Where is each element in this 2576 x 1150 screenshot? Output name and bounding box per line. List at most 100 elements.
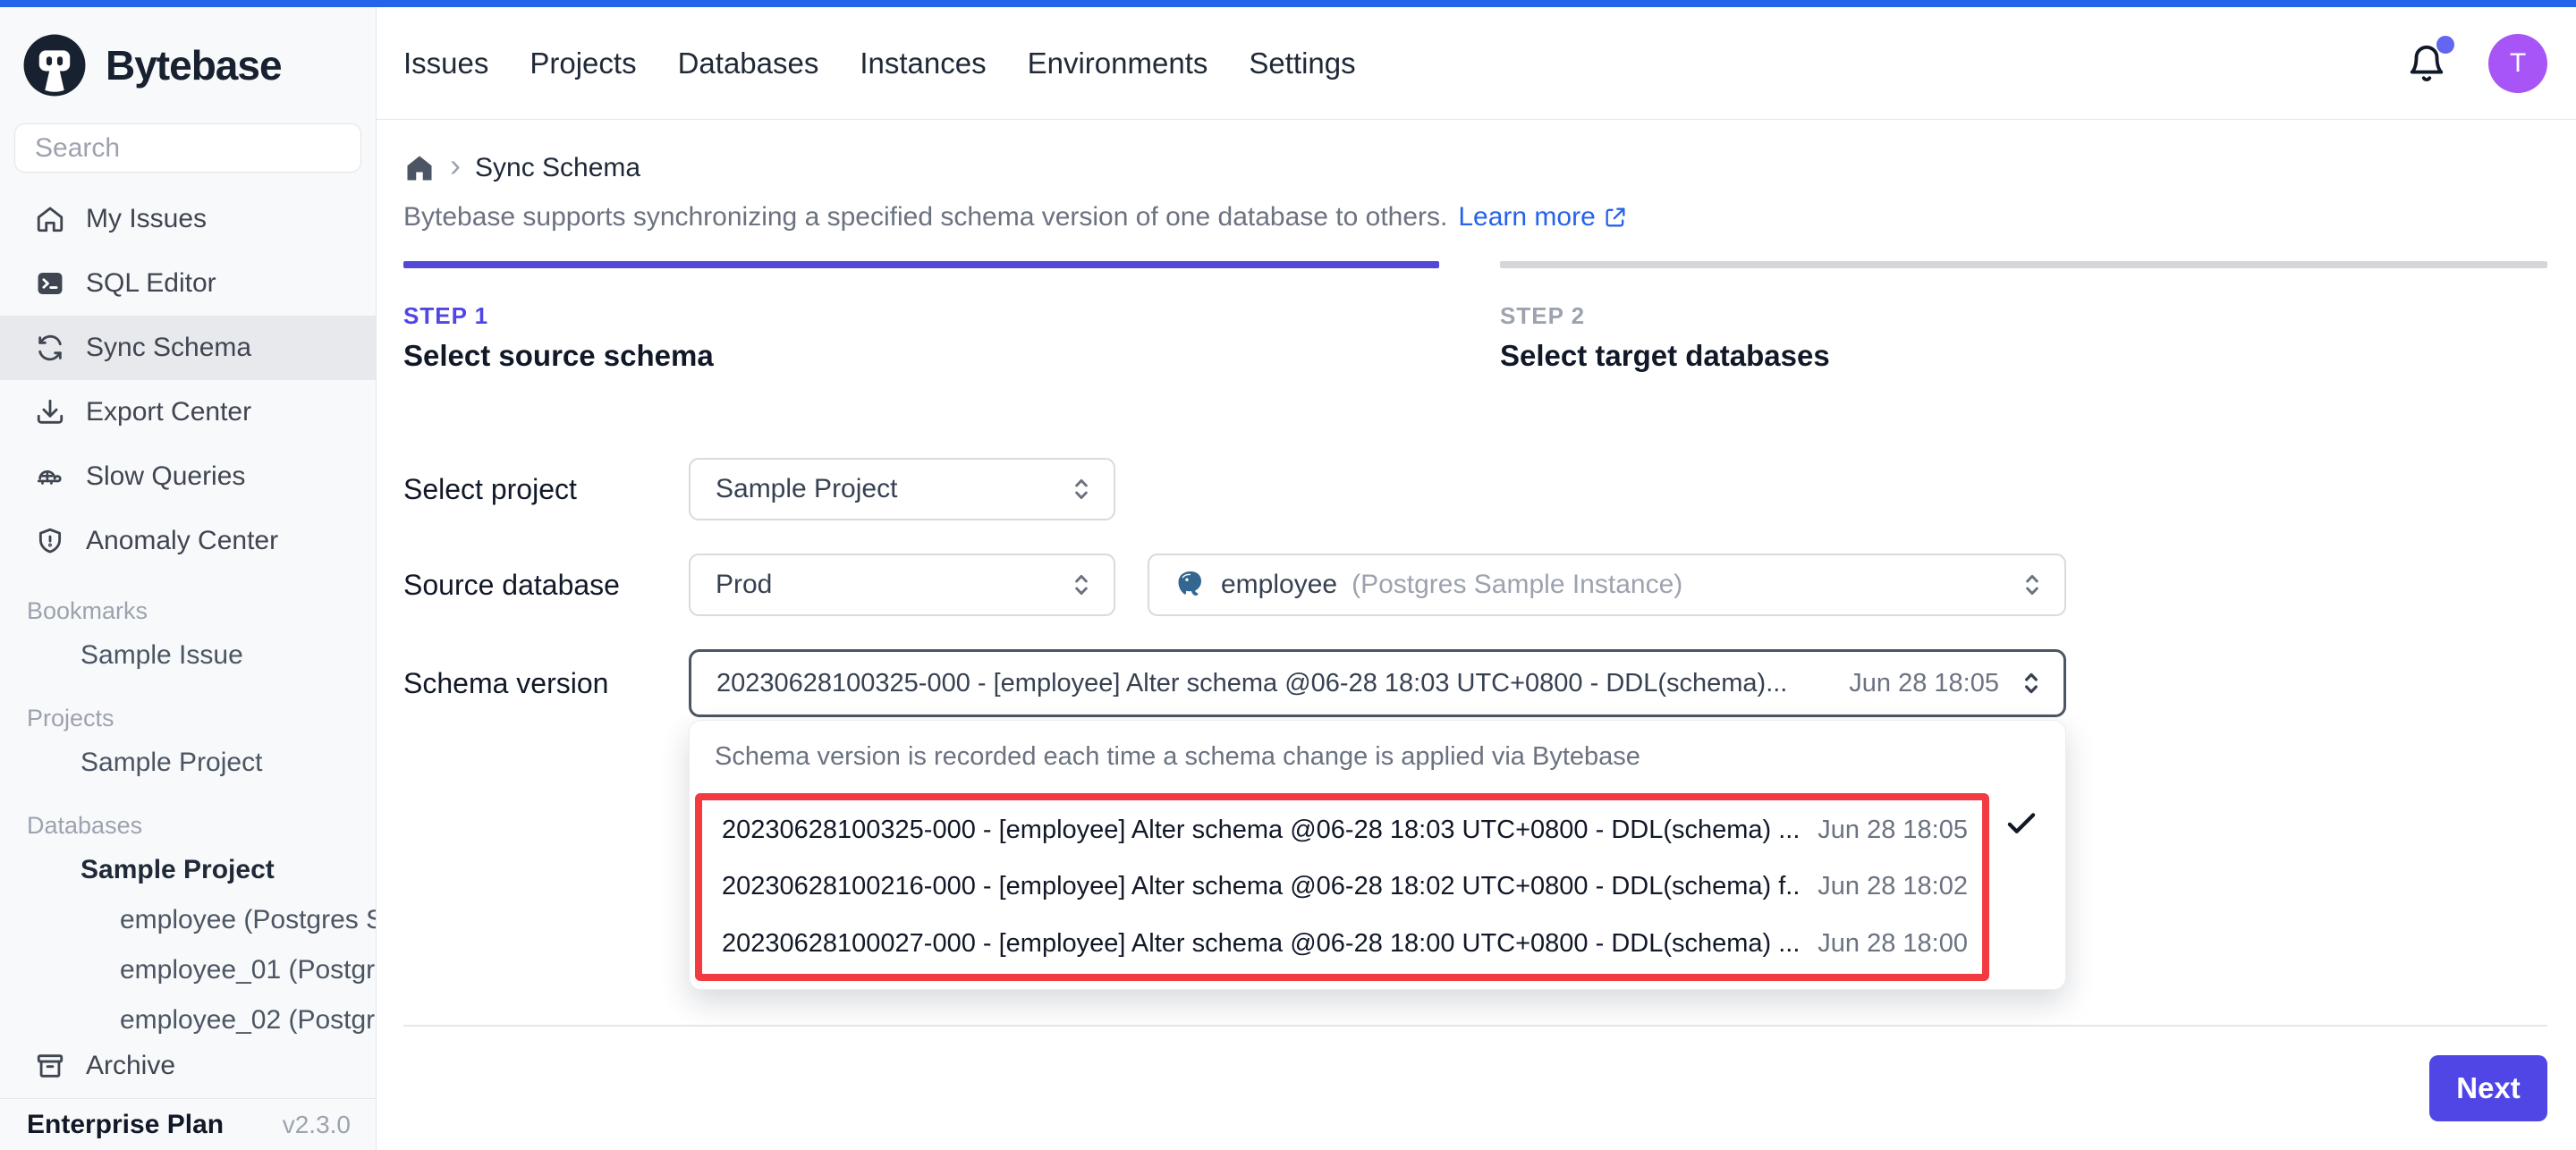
bytebase-logo-icon — [20, 30, 89, 100]
environment-select[interactable]: Prod — [689, 554, 1115, 616]
footer-divider — [403, 1025, 2547, 1027]
source-schema-form: Select project Sample Project Source dat… — [403, 458, 2547, 717]
plan-label[interactable]: Enterprise Plan — [27, 1110, 224, 1140]
source-database-row: Source database Prod employee (Postgres … — [403, 554, 2547, 616]
main-area: Issues Projects Databases Instances Envi… — [377, 7, 2576, 1150]
step-1-bar — [403, 261, 1439, 268]
sidebar-item-sql-editor[interactable]: SQL Editor — [0, 251, 376, 316]
breadcrumb-separator: › — [450, 149, 461, 187]
step-2-bar — [1500, 261, 2547, 268]
schema-version-option[interactable]: 20230628100325-000 - [employee] Alter sc… — [702, 802, 1982, 858]
sidebar-item-db-employee-02[interactable]: employee_02 (Postgre... — [0, 995, 376, 1034]
sidebar-item-anomaly-center[interactable]: Anomaly Center — [0, 509, 376, 573]
sync-icon — [34, 332, 66, 364]
chevron-updown-icon — [1067, 475, 1096, 503]
database-select[interactable]: employee (Postgres Sample Instance) — [1148, 554, 2066, 616]
schema-version-select[interactable]: 20230628100325-000 - [employee] Alter sc… — [689, 649, 2066, 717]
nav-item-databases[interactable]: Databases — [678, 47, 819, 80]
next-button[interactable]: Next — [2429, 1055, 2547, 1121]
project-select-value: Sample Project — [716, 474, 897, 504]
sidebar-item-sample-project[interactable]: Sample Project — [0, 738, 376, 788]
sidebar-item-sync-schema[interactable]: Sync Schema — [0, 316, 376, 380]
sidebar-footer: Enterprise Plan v2.3.0 — [0, 1098, 376, 1150]
step-2: STEP 2 Select target databases — [1500, 261, 2547, 373]
search-box[interactable]: ⌘ K — [14, 123, 361, 173]
schema-version-value: 20230628100325-000 - [employee] Alter sc… — [716, 669, 1831, 698]
turtle-icon — [34, 461, 66, 493]
select-project-label: Select project — [403, 473, 689, 506]
sidebar-item-label: Sync Schema — [86, 333, 251, 363]
schema-version-row: Schema version 20230628100325-000 - [emp… — [403, 649, 2547, 717]
sidebar-section-projects: Projects — [0, 698, 376, 738]
dropdown-hint: Schema version is recorded each time a s… — [690, 721, 2065, 772]
option-time: Jun 28 18:05 — [1818, 816, 1968, 845]
schema-version-option[interactable]: 20230628100216-000 - [employee] Alter sc… — [702, 858, 1982, 915]
notification-dot — [2436, 36, 2454, 54]
step-indicator: STEP 1 Select source schema STEP 2 Selec… — [403, 261, 2547, 373]
nav-item-environments[interactable]: Environments — [1028, 47, 1208, 80]
nav-item-issues[interactable]: Issues — [403, 47, 488, 80]
schema-version-option[interactable]: 20230628100027-000 - [employee] Alter sc… — [702, 916, 1982, 972]
sidebar-item-label: Archive — [86, 1051, 175, 1081]
step-1-label: STEP 1 — [403, 302, 1439, 330]
sidebar-item-db-employee[interactable]: employee (Postgres Sa... — [0, 895, 376, 945]
annotation-highlight-box: 20230628100325-000 - [employee] Alter sc… — [695, 793, 1989, 981]
home-breadcrumb-icon[interactable] — [403, 152, 436, 184]
step-1: STEP 1 Select source schema — [403, 261, 1439, 373]
option-text: 20230628100216-000 - [employee] Alter sc… — [722, 872, 1801, 901]
select-project-row: Select project Sample Project — [403, 458, 2547, 520]
source-database-label: Source database — [403, 569, 689, 602]
breadcrumb: › Sync Schema — [403, 148, 2547, 188]
archive-icon — [34, 1050, 66, 1082]
sidebar-item-archive[interactable]: Archive — [0, 1034, 376, 1098]
nav-items: Issues Projects Databases Instances Envi… — [403, 47, 1356, 80]
sidebar: Bytebase ⌘ K My Issues — [0, 7, 377, 1150]
external-link-icon — [1603, 205, 1628, 230]
chevron-updown-icon — [2017, 669, 2046, 698]
sidebar-item-slow-queries[interactable]: Slow Queries — [0, 444, 376, 509]
environment-select-value: Prod — [716, 570, 772, 600]
avatar[interactable]: T — [2488, 34, 2547, 93]
download-icon — [34, 396, 66, 428]
option-time: Jun 28 18:00 — [1818, 929, 1968, 959]
learn-more-label: Learn more — [1458, 202, 1595, 233]
version-label: v2.3.0 — [283, 1111, 351, 1139]
sidebar-item-db-project[interactable]: Sample Project — [0, 845, 376, 895]
project-select[interactable]: Sample Project — [689, 458, 1115, 520]
nav-item-instances[interactable]: Instances — [860, 47, 986, 80]
database-select-instance: (Postgres Sample Instance) — [1352, 570, 1682, 600]
quickstart-progress-bar — [0, 0, 2576, 7]
notification-bell-button[interactable] — [2406, 43, 2447, 84]
top-navbar: Issues Projects Databases Instances Envi… — [377, 7, 2576, 120]
sidebar-item-label: My Issues — [86, 204, 207, 234]
option-time: Jun 28 18:02 — [1818, 872, 1968, 901]
learn-more-link[interactable]: Learn more — [1458, 202, 1627, 233]
sidebar-item-export-center[interactable]: Export Center — [0, 380, 376, 444]
sidebar-scroll-area[interactable]: My Issues SQL Editor Sync Schema — [0, 187, 376, 1034]
bytebase-logo[interactable]: Bytebase — [0, 7, 376, 118]
home-icon — [34, 203, 66, 235]
terminal-icon — [34, 267, 66, 300]
step-1-title: Select source schema — [403, 339, 1439, 373]
option-text: 20230628100325-000 - [employee] Alter sc… — [722, 816, 1801, 845]
sidebar-item-db-employee-01[interactable]: employee_01 (Postgre... — [0, 945, 376, 995]
search-input[interactable] — [35, 133, 380, 164]
selected-check-icon — [2003, 805, 2040, 842]
step-2-label: STEP 2 — [1500, 302, 2547, 330]
schema-version-time: Jun 28 18:05 — [1849, 669, 1999, 698]
page-description: Bytebase supports synchronizing a specif… — [403, 200, 2547, 234]
breadcrumb-current: Sync Schema — [475, 153, 640, 183]
nav-item-settings[interactable]: Settings — [1249, 47, 1355, 80]
database-select-name: employee — [1221, 570, 1337, 600]
description-text: Bytebase supports synchronizing a specif… — [403, 202, 1447, 233]
nav-item-projects[interactable]: Projects — [530, 47, 636, 80]
chevron-updown-icon — [1067, 571, 1096, 599]
shield-alert-icon — [34, 525, 66, 557]
sidebar-item-label: Slow Queries — [86, 461, 245, 492]
sidebar-item-sample-issue[interactable]: Sample Issue — [0, 630, 376, 681]
sidebar-item-label: Anomaly Center — [86, 526, 278, 556]
postgresql-icon — [1174, 569, 1207, 601]
app-window: Bytebase ⌘ K My Issues — [0, 0, 2576, 1150]
sidebar-item-my-issues[interactable]: My Issues — [0, 187, 376, 251]
chevron-updown-icon — [2018, 571, 2046, 599]
